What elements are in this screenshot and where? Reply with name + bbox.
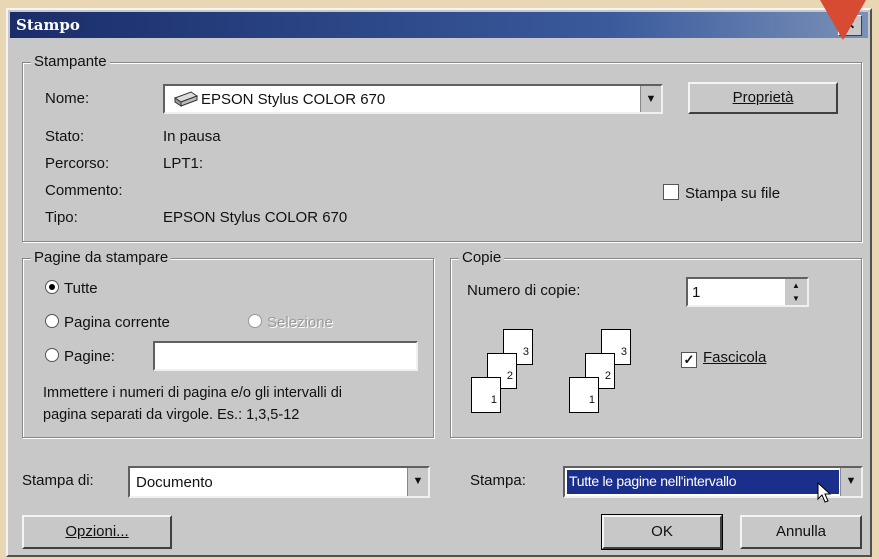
pages-range-input[interactable] [153,341,418,371]
pages-group-legend: Pagine da stampare [31,249,172,266]
stampa-select[interactable]: Tutte le pagine nell'intervallo ▼ [563,466,863,503]
collate-checkbox[interactable]: ✓ Fascicola [681,349,766,368]
print-dialog: Stampo ✕ Stampante Nome: EPSON Stylus CO… [6,8,872,557]
radio-selezione-label: Selezione [267,314,333,331]
stato-label: Stato: [45,128,85,145]
radio-tutte-label: Tutte [64,280,98,297]
radio-pagina-corrente[interactable]: Pagina corrente [45,314,170,331]
pages-help-line2: pagina separati da virgole. Es.: 1,3,5-1… [43,407,300,423]
stepper-up-icon[interactable]: ▲ [785,279,807,293]
options-button-label: Opzioni... [65,523,129,540]
radio-pagine[interactable]: Pagine: [45,348,115,365]
options-button[interactable]: Opzioni... [22,515,172,549]
chevron-down-icon[interactable]: ▼ [640,86,661,112]
stampa-di-select[interactable]: Documento ▼ [128,466,430,498]
printer-name-value: EPSON Stylus COLOR 670 [201,91,386,108]
printer-icon [173,90,199,107]
properties-button[interactable]: Proprietà [688,82,838,114]
collate-label: Fascicola [703,349,767,366]
tipo-label: Tipo: [45,209,78,226]
title-bar[interactable]: Stampo ✕ [10,12,868,38]
radio-icon [45,348,59,362]
copies-count-label: Numero di copie: [467,282,581,299]
printer-group: Stampante Nome: EPSON Stylus COLOR 670 ▼… [22,53,862,242]
print-to-file-checkbox[interactable]: Stampa su file [663,184,780,202]
cancel-button[interactable]: Annulla [740,515,862,549]
checkbox-box [663,184,679,200]
ok-button-label: OK [651,523,673,540]
dialog-title: Stampo [16,16,80,34]
stampa-di-value: Documento [136,474,213,491]
chevron-down-icon[interactable]: ▼ [407,468,428,496]
copies-group: Copie Numero di copie: 1 ▲ ▼ 3 2 1 3 2 1… [450,249,862,438]
properties-button-label: Proprietà [732,89,794,106]
red-arrow-marker [820,0,866,40]
printer-name-select[interactable]: EPSON Stylus COLOR 670 ▼ [163,84,663,114]
ok-button[interactable]: OK [601,514,723,550]
pages-help-line1: Immettere i numeri di pagina e/o gli int… [43,385,342,401]
chevron-down-icon[interactable]: ▼ [840,468,861,496]
nome-label: Nome: [45,90,90,107]
radio-disabled-icon [248,314,262,328]
radio-selezione: Selezione [248,314,333,331]
tipo-value: EPSON Stylus COLOR 670 [163,209,348,226]
radio-tutte[interactable]: Tutte [45,280,98,297]
stampa-value: Tutte le pagine nell'intervallo [569,473,737,489]
radio-selected-icon [45,280,59,294]
stampa-di-label: Stampa di: [22,472,94,489]
collate-illustration-1: 3 2 1 [471,329,551,419]
printer-group-legend: Stampante [31,53,110,70]
commento-label: Commento: [45,182,123,199]
copies-count-value: 1 [692,284,701,301]
copies-group-legend: Copie [459,249,505,266]
percorso-label: Percorso: [45,155,110,172]
mouse-cursor-icon [817,481,833,508]
radio-pagine-label: Pagine: [64,348,115,365]
check-icon: ✓ [681,352,697,368]
stepper-down-icon[interactable]: ▼ [785,292,807,305]
radio-icon [45,314,59,328]
pages-group: Pagine da stampare Tutte Pagina corrente… [22,249,434,438]
radio-pagina-corrente-label: Pagina corrente [64,314,170,331]
page-icon: 1 [471,377,501,413]
stato-value: In pausa [163,128,221,145]
percorso-value: LPT1: [163,155,204,172]
collate-illustration-2: 3 2 1 [569,329,649,419]
cancel-button-label: Annulla [775,523,827,540]
copies-count-stepper[interactable]: 1 ▲ ▼ [686,277,809,307]
print-to-file-label: Stampa su file [685,185,781,202]
stampa-label: Stampa: [470,472,526,489]
page-icon: 1 [569,377,599,413]
